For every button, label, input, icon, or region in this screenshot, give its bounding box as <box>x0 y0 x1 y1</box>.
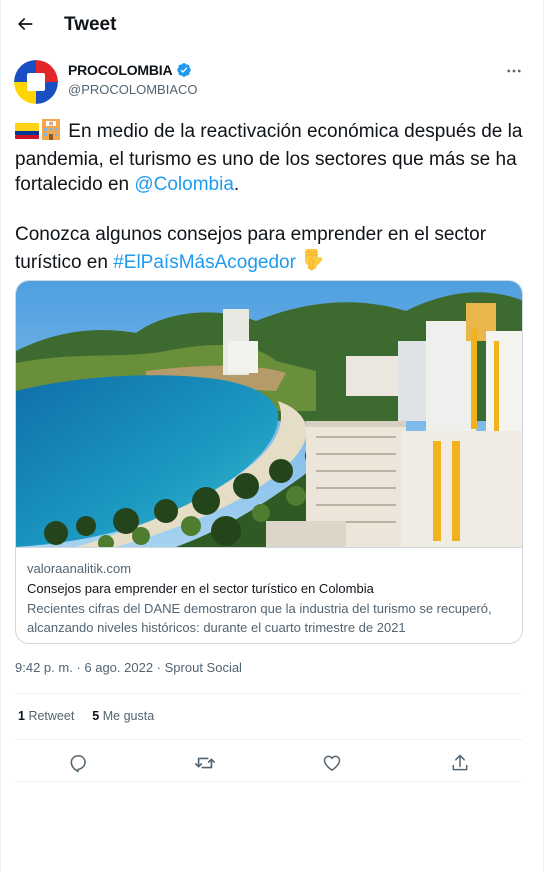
verified-badge-icon <box>177 63 192 77</box>
card-description: Recientes cifras del DANE demostraron qu… <box>27 601 492 635</box>
tweet-paragraph-1: H En medio de la reactivación económica … <box>15 118 525 197</box>
reply-button[interactable] <box>65 750 91 776</box>
retweets-label: Retweet <box>28 709 75 723</box>
card-image-beach-coastline <box>16 281 522 547</box>
hotel-emoji: H <box>39 118 63 147</box>
likes-stat[interactable]: 5 Me gusta <box>92 709 154 723</box>
tweet-source[interactable]: Sprout Social <box>165 660 242 675</box>
reply-icon <box>70 755 86 773</box>
hashtag-link[interactable]: #ElPaísMásAcogedor <box>113 252 296 273</box>
retweets-count: 1 <box>18 709 25 723</box>
tweet-metadata: 9:42 p. m. · 6 ago. 2022 · Sprout Social <box>15 660 242 675</box>
likes-count: 5 <box>92 709 100 723</box>
more-options-button[interactable] <box>501 60 527 82</box>
like-icon <box>323 755 341 771</box>
back-arrow-icon <box>18 18 33 30</box>
card-title[interactable]: Consejos para emprender en el sector tur… <box>27 579 513 599</box>
procolombia-logo <box>14 60 58 104</box>
tweet-paragraph-2: Conozca algunos consejos para emprender … <box>15 222 525 278</box>
colombia-flag-emoji <box>15 122 39 147</box>
retweets-stat[interactable]: 1 Retweet <box>18 709 74 723</box>
avatar[interactable] <box>14 60 58 104</box>
divider <box>15 781 523 782</box>
engagement-stats: 1 Retweet 5 Me gusta <box>18 709 154 723</box>
page-title: Tweet <box>64 14 117 35</box>
share-button[interactable] <box>447 750 473 776</box>
tweet-text: H En medio de la reactivación económica … <box>15 118 525 278</box>
card-body[interactable]: valoraanalitik.com Consejos para emprend… <box>16 547 522 643</box>
tweet-time[interactable]: 9:42 p. m. <box>15 660 73 675</box>
back-button[interactable] <box>11 10 39 38</box>
like-button[interactable] <box>319 750 345 776</box>
card-domain: valoraanalitik.com <box>27 561 132 576</box>
tweet-date[interactable]: 6 ago. 2022 <box>84 660 153 675</box>
top-bar: Tweet <box>1 0 544 50</box>
likes-label: Me gusta <box>102 709 155 723</box>
divider <box>15 739 523 740</box>
tweet-page: Tweet PROCOLOMBIA @PROCOLOMBIACO H En me… <box>0 0 544 872</box>
divider <box>15 693 523 694</box>
tweet-text-part: En medio de la reactivación económica de… <box>15 121 523 195</box>
author-handle[interactable]: @PROCOLOMBIACO <box>68 82 198 97</box>
meta-separator: · <box>153 660 165 675</box>
retweet-icon <box>195 757 215 769</box>
action-bar <box>15 744 523 780</box>
mention-link[interactable]: @Colombia <box>134 174 234 195</box>
link-preview-card[interactable]: valoraanalitik.com Consejos para emprend… <box>15 280 523 644</box>
more-icon <box>507 69 521 73</box>
author-name-row[interactable]: PROCOLOMBIA <box>68 62 192 78</box>
meta-separator: · <box>72 660 85 675</box>
tweet-text-part: . <box>233 174 240 195</box>
svg-text:H: H <box>49 122 53 128</box>
retweet-button[interactable] <box>192 750 218 776</box>
pointing-down-emoji <box>301 247 323 278</box>
author-display-name[interactable]: PROCOLOMBIA <box>68 62 173 78</box>
share-icon <box>452 754 468 771</box>
